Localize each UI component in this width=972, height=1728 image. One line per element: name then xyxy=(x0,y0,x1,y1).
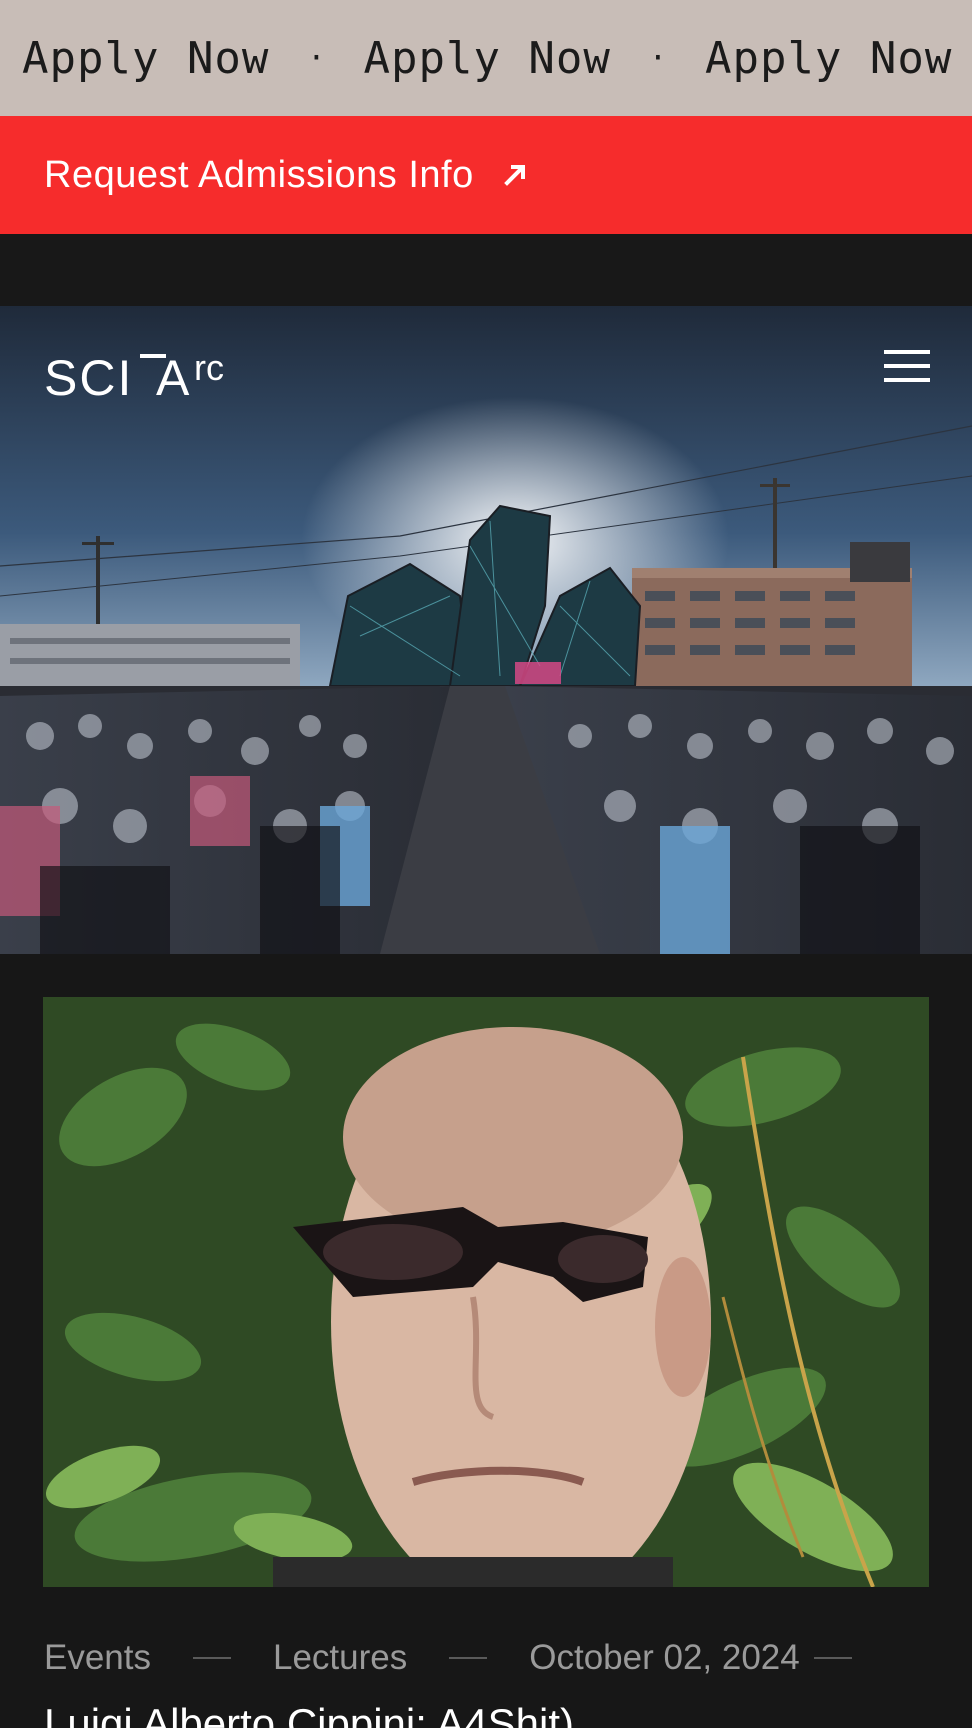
ticker-item[interactable]: Apply Now xyxy=(705,33,952,84)
arrow-up-right-icon xyxy=(503,165,525,186)
event-date: October 02, 2024 xyxy=(529,1638,800,1677)
category-link-lectures[interactable]: Lectures xyxy=(273,1638,407,1678)
hero-banner: SCI A rc xyxy=(0,306,972,954)
apply-now-ticker[interactable]: Apply Now · Apply Now · Apply Now xyxy=(0,0,972,116)
ticker-separator: · xyxy=(307,40,326,76)
svg-text:A: A xyxy=(156,350,190,398)
portrait-image xyxy=(43,997,929,1587)
spacer-band xyxy=(0,234,972,306)
hamburger-menu-icon[interactable] xyxy=(884,346,930,386)
category-link-events[interactable]: Events xyxy=(44,1638,151,1678)
meta-divider xyxy=(193,1657,231,1659)
article-title[interactable]: Luigi Alberto Cippini: A4Shit) xyxy=(44,1700,944,1728)
svg-text:rc: rc xyxy=(194,348,224,388)
ticker-item[interactable]: Apply Now xyxy=(22,33,269,84)
sci-arc-logo[interactable]: SCI A rc xyxy=(44,348,250,398)
ticker-item[interactable]: Apply Now xyxy=(363,33,610,84)
speaker-portrait-photo[interactable] xyxy=(43,997,929,1587)
cta-label: Request Admissions Info xyxy=(44,153,474,196)
meta-divider xyxy=(449,1657,488,1659)
ticker-separator: · xyxy=(648,40,667,76)
article-meta: Events Lectures October 02, 2024 xyxy=(44,1628,944,1688)
svg-text:SCI: SCI xyxy=(44,350,133,398)
meta-divider xyxy=(813,1657,852,1659)
request-admissions-info-link[interactable]: Request Admissions Info xyxy=(0,116,972,234)
outdoor-graduation-ceremony-photo xyxy=(0,306,972,954)
